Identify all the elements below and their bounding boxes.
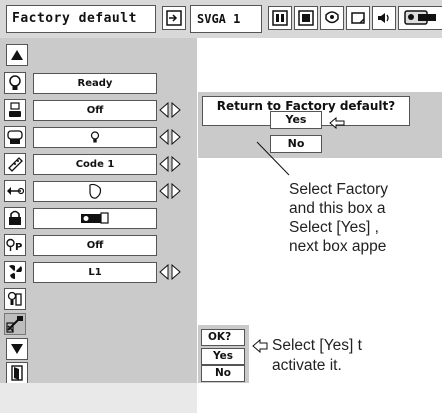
mouse-icon bbox=[89, 183, 102, 199]
instruction-line: Select Factory bbox=[289, 181, 389, 198]
dialog-question: OK? bbox=[201, 329, 245, 346]
confirm-dialog: OK? Yes No bbox=[198, 325, 249, 383]
setting-menu: Ready Off Code 1 P Off L1 bbox=[0, 38, 197, 384]
exit-button[interactable] bbox=[6, 362, 28, 384]
light-bulb-icon[interactable] bbox=[4, 72, 26, 94]
sound-icon[interactable] bbox=[372, 6, 396, 30]
left-right-arrows-icon[interactable] bbox=[159, 155, 181, 173]
scroll-down-button[interactable] bbox=[6, 338, 28, 360]
bulb-icon bbox=[90, 131, 100, 143]
left-right-arrows-icon[interactable] bbox=[159, 101, 181, 119]
filter-counter-icon[interactable] bbox=[4, 288, 26, 310]
menu-footer bbox=[0, 383, 197, 413]
menu-value: Off bbox=[33, 235, 157, 256]
yes-button[interactable]: Yes bbox=[201, 348, 245, 365]
menu-title: Factory default bbox=[6, 5, 156, 33]
screen-icon[interactable] bbox=[346, 6, 370, 30]
menu-value: Off bbox=[33, 100, 157, 121]
svg-text:P: P bbox=[15, 242, 22, 252]
scroll-up-button[interactable] bbox=[6, 44, 28, 66]
instruction-line: Select [Yes] t bbox=[272, 337, 362, 354]
menu-value: L1 bbox=[33, 262, 157, 283]
no-button[interactable]: No bbox=[270, 135, 322, 153]
pointer-icon[interactable] bbox=[4, 180, 26, 202]
setting-icon[interactable] bbox=[398, 6, 442, 30]
instruction-line: Select [Yes] , bbox=[289, 219, 379, 236]
pointer-arrow-icon bbox=[252, 338, 268, 354]
menu-bar: Factory default SVGA 1 bbox=[0, 0, 442, 38]
input-signal-label: SVGA 1 bbox=[190, 5, 262, 33]
menu-value bbox=[33, 127, 157, 148]
instruction-line: and this box a bbox=[289, 200, 386, 217]
input-icon[interactable] bbox=[162, 6, 186, 30]
yes-button[interactable]: Yes bbox=[270, 111, 322, 129]
power-management-icon[interactable]: P bbox=[4, 234, 26, 256]
image-adjust-icon[interactable] bbox=[320, 6, 344, 30]
menu-value bbox=[33, 208, 157, 229]
projector-icon bbox=[81, 212, 109, 224]
factory-default-icon[interactable] bbox=[4, 313, 26, 335]
lamp-control-icon[interactable] bbox=[4, 126, 26, 148]
ceiling-mount-icon[interactable] bbox=[4, 99, 26, 121]
menu-value: Code 1 bbox=[33, 154, 157, 175]
no-button[interactable]: No bbox=[201, 365, 245, 382]
fan-control-icon[interactable] bbox=[4, 261, 26, 283]
factory-default-dialog: Return to Factory default? Yes No bbox=[198, 92, 442, 158]
left-right-arrows-icon[interactable] bbox=[159, 263, 181, 281]
image-select-icon[interactable] bbox=[294, 6, 318, 30]
menu-value bbox=[33, 181, 157, 202]
security-lock-icon[interactable] bbox=[4, 207, 26, 229]
left-right-arrows-icon[interactable] bbox=[159, 182, 181, 200]
menu-value: Ready bbox=[33, 73, 157, 94]
pc-adjust-icon[interactable] bbox=[268, 6, 292, 30]
instruction-line: next box appe bbox=[289, 238, 387, 255]
remote-control-icon[interactable] bbox=[4, 153, 26, 175]
left-right-arrows-icon[interactable] bbox=[159, 128, 181, 146]
instruction-line: activate it. bbox=[272, 357, 342, 374]
